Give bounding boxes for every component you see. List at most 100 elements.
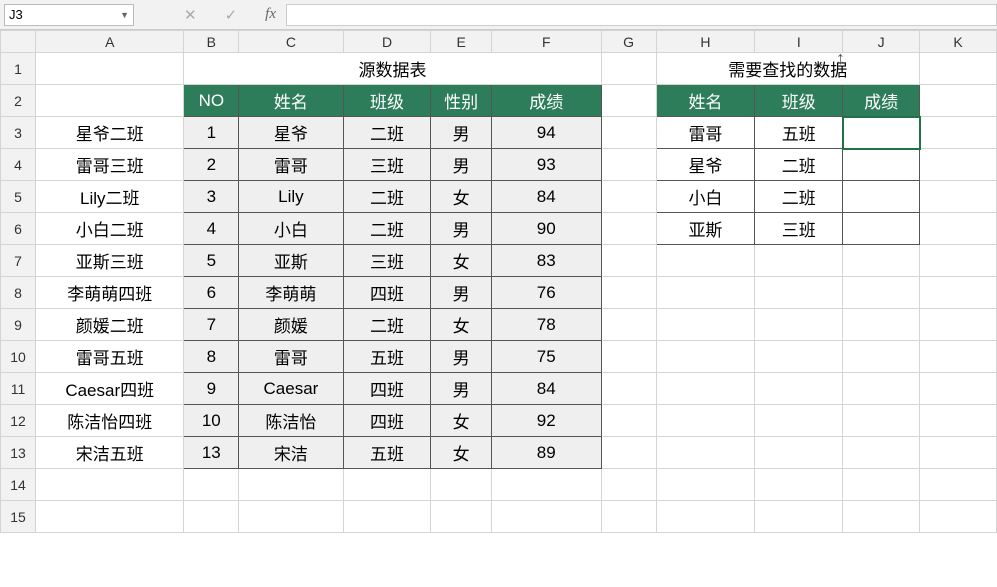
- row-header[interactable]: 7: [1, 245, 36, 277]
- cell[interactable]: 女: [431, 181, 491, 213]
- formula-input[interactable]: [286, 4, 997, 26]
- cell[interactable]: 二班: [343, 117, 431, 149]
- col-header[interactable]: E: [431, 31, 491, 53]
- name-box[interactable]: J3 ▼: [4, 4, 134, 26]
- cell[interactable]: 星爷: [656, 149, 755, 181]
- cell[interactable]: [601, 469, 656, 501]
- cell[interactable]: 2: [184, 149, 239, 181]
- cell[interactable]: 92: [491, 405, 601, 437]
- cell[interactable]: 8: [184, 341, 239, 373]
- cell[interactable]: [431, 469, 491, 501]
- cell[interactable]: 四班: [343, 405, 431, 437]
- cell[interactable]: [601, 309, 656, 341]
- dropdown-icon[interactable]: ▼: [120, 10, 129, 20]
- cell[interactable]: [601, 501, 656, 533]
- cell[interactable]: [755, 437, 843, 469]
- cell[interactable]: 亚斯三班: [36, 245, 184, 277]
- cell[interactable]: 亚斯: [656, 213, 755, 245]
- row-header[interactable]: 2: [1, 85, 36, 117]
- cell[interactable]: 三班: [755, 213, 843, 245]
- active-cell[interactable]: [843, 117, 920, 149]
- cell[interactable]: [601, 149, 656, 181]
- cell[interactable]: [656, 245, 755, 277]
- cell[interactable]: 雷哥: [239, 341, 343, 373]
- cell[interactable]: 3: [184, 181, 239, 213]
- cell[interactable]: [843, 373, 920, 405]
- cell[interactable]: 三班: [343, 149, 431, 181]
- cell[interactable]: 男: [431, 373, 491, 405]
- col-header[interactable]: J: [843, 31, 920, 53]
- cell[interactable]: [491, 501, 601, 533]
- cell[interactable]: 雷哥: [656, 117, 755, 149]
- cell[interactable]: 女: [431, 405, 491, 437]
- cell[interactable]: 五班: [343, 341, 431, 373]
- cell[interactable]: 4: [184, 213, 239, 245]
- cell[interactable]: 三班: [343, 245, 431, 277]
- cell[interactable]: [843, 277, 920, 309]
- cell[interactable]: 男: [431, 149, 491, 181]
- source-head-score[interactable]: 成绩: [491, 85, 601, 117]
- cell[interactable]: [755, 277, 843, 309]
- cell[interactable]: [656, 405, 755, 437]
- cell[interactable]: 颜媛: [239, 309, 343, 341]
- cell[interactable]: 89: [491, 437, 601, 469]
- col-header[interactable]: F: [491, 31, 601, 53]
- cell[interactable]: 6: [184, 277, 239, 309]
- cell[interactable]: 7: [184, 309, 239, 341]
- cell[interactable]: 五班: [343, 437, 431, 469]
- cell[interactable]: [755, 469, 843, 501]
- col-header[interactable]: D: [343, 31, 431, 53]
- cell[interactable]: [601, 53, 656, 85]
- cell[interactable]: [656, 437, 755, 469]
- cell[interactable]: 94: [491, 117, 601, 149]
- cell[interactable]: 星爷二班: [36, 117, 184, 149]
- cell[interactable]: Caesar: [239, 373, 343, 405]
- cell[interactable]: 李萌萌四班: [36, 277, 184, 309]
- cell[interactable]: 李萌萌: [239, 277, 343, 309]
- col-header[interactable]: C: [239, 31, 343, 53]
- cell[interactable]: [920, 437, 997, 469]
- cell[interactable]: [920, 469, 997, 501]
- cell[interactable]: [755, 501, 843, 533]
- cell[interactable]: 陈洁怡: [239, 405, 343, 437]
- cell[interactable]: [36, 85, 184, 117]
- col-header[interactable]: G: [601, 31, 656, 53]
- cell[interactable]: 雷哥三班: [36, 149, 184, 181]
- cell[interactable]: 颜媛二班: [36, 309, 184, 341]
- cell[interactable]: [920, 149, 997, 181]
- cell[interactable]: [843, 149, 920, 181]
- cell[interactable]: [656, 341, 755, 373]
- cell[interactable]: 78: [491, 309, 601, 341]
- row-header[interactable]: 1: [1, 53, 36, 85]
- cell[interactable]: [843, 181, 920, 213]
- col-header[interactable]: B: [184, 31, 239, 53]
- cell[interactable]: [36, 469, 184, 501]
- lookup-title[interactable]: 需要查找的数据: [656, 53, 920, 85]
- cell[interactable]: 星爷: [239, 117, 343, 149]
- row-header[interactable]: 13: [1, 437, 36, 469]
- cell[interactable]: [920, 53, 997, 85]
- row-header[interactable]: 15: [1, 501, 36, 533]
- cell[interactable]: 90: [491, 213, 601, 245]
- col-header[interactable]: K: [920, 31, 997, 53]
- cell[interactable]: Lily: [239, 181, 343, 213]
- cell[interactable]: 76: [491, 277, 601, 309]
- cell[interactable]: [920, 277, 997, 309]
- cell[interactable]: 13: [184, 437, 239, 469]
- cell[interactable]: 男: [431, 117, 491, 149]
- fx-icon[interactable]: fx: [265, 6, 276, 23]
- cell[interactable]: 5: [184, 245, 239, 277]
- cell[interactable]: [843, 213, 920, 245]
- cell[interactable]: [601, 341, 656, 373]
- cell[interactable]: [601, 181, 656, 213]
- select-all-corner[interactable]: [1, 31, 36, 53]
- cell[interactable]: [920, 181, 997, 213]
- cell[interactable]: 女: [431, 245, 491, 277]
- lookup-head-name[interactable]: 姓名: [656, 85, 755, 117]
- cell[interactable]: 83: [491, 245, 601, 277]
- cell[interactable]: 小白: [239, 213, 343, 245]
- cell[interactable]: Lily二班: [36, 181, 184, 213]
- cell[interactable]: [755, 309, 843, 341]
- cell[interactable]: 男: [431, 213, 491, 245]
- cell[interactable]: [656, 501, 755, 533]
